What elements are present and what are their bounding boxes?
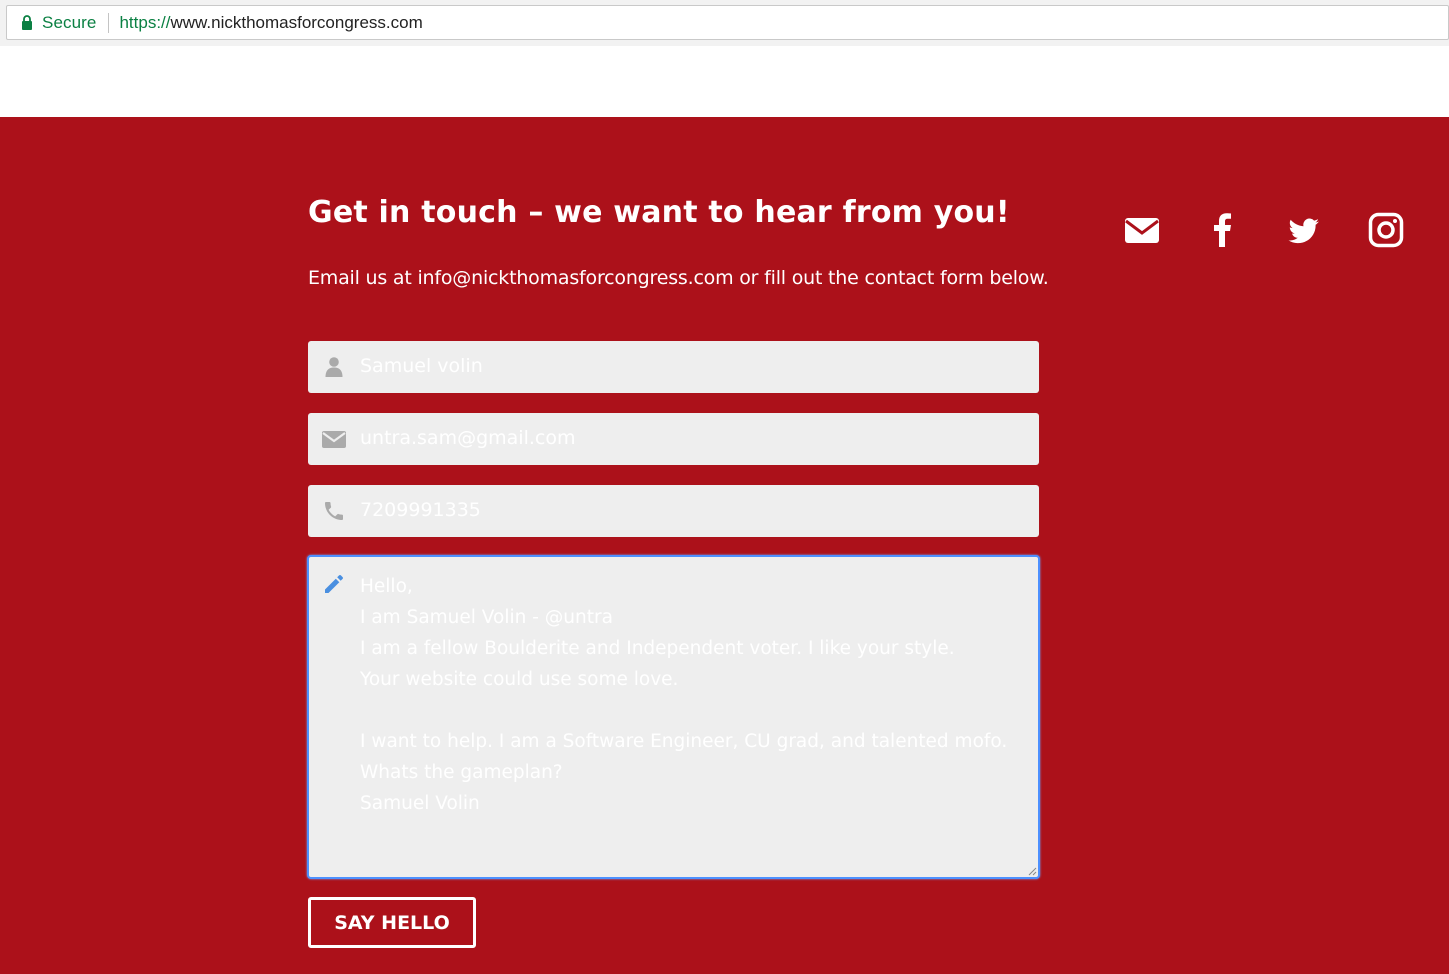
email-value: untra.sam@gmail.com: [360, 427, 576, 449]
message-line: I am Samuel Volin - @untra: [360, 607, 613, 628]
name-field[interactable]: Samuel volin: [308, 341, 1039, 393]
message-text: Hello, I am Samuel Volin - @untra I am a…: [360, 571, 1007, 819]
phone-value: 7209991335: [360, 499, 481, 521]
envelope-icon: [322, 431, 346, 448]
user-icon: [325, 357, 343, 377]
address-bar[interactable]: Secure https://www.nickthomasforcongress…: [6, 5, 1449, 40]
url-text[interactable]: https://www.nickthomasforcongress.com: [119, 13, 422, 33]
contact-heading: Get in touch – we want to hear from you!: [308, 195, 1010, 230]
envelope-icon[interactable]: [1124, 212, 1160, 248]
phone-field[interactable]: 7209991335: [308, 485, 1039, 537]
secure-label: Secure: [42, 12, 97, 32]
message-line: I want to help. I am a Software Engineer…: [360, 731, 1008, 752]
message-textarea[interactable]: Hello, I am Samuel Volin - @untra I am a…: [307, 555, 1040, 879]
say-hello-button[interactable]: SAY HELLO: [308, 897, 476, 948]
message-line: Your website could use some love.: [360, 669, 679, 690]
message-line: Whats the gameplan?: [360, 762, 563, 783]
browser-toolbar: Secure https://www.nickthomasforcongress…: [0, 0, 1449, 46]
message-line: Hello,: [360, 576, 413, 597]
message-line: Samuel Volin: [360, 793, 480, 814]
url-scheme: https://: [119, 12, 171, 32]
email-field[interactable]: untra.sam@gmail.com: [308, 413, 1039, 465]
page-header-band: [0, 46, 1449, 117]
pencil-icon: [325, 575, 343, 593]
contact-section: Get in touch – we want to hear from you!…: [0, 117, 1449, 974]
lock-icon: [22, 15, 32, 30]
message-line: [360, 695, 1007, 726]
omnibox-divider: [108, 12, 110, 33]
contact-subtext: Email us at info@nickthomasforcongress.c…: [308, 267, 1049, 289]
message-line: I am a fellow Boulderite and Independent…: [360, 638, 955, 659]
url-host: www.nickthomasforcongress.com: [170, 12, 423, 32]
name-value: Samuel volin: [360, 355, 483, 377]
facebook-icon[interactable]: [1208, 212, 1238, 248]
instagram-icon[interactable]: [1368, 212, 1404, 248]
phone-icon: [325, 502, 343, 520]
resize-grip-icon[interactable]: [1027, 866, 1037, 876]
twitter-icon[interactable]: [1288, 212, 1320, 248]
